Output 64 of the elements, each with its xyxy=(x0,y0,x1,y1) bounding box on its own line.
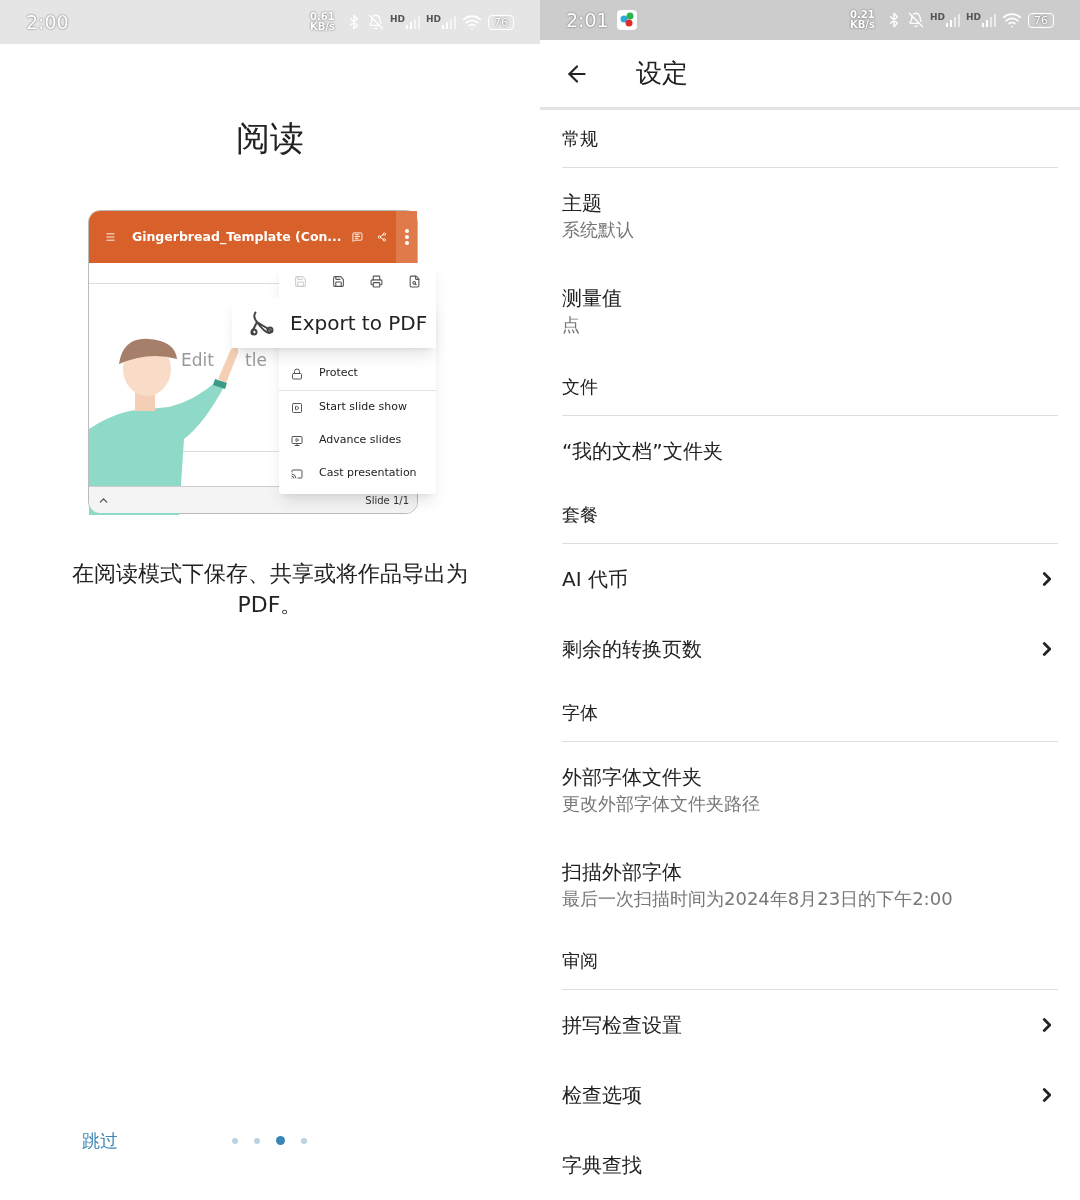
item-subtitle: 点 xyxy=(562,312,581,337)
hd-label: HD xyxy=(389,15,405,24)
save-icon xyxy=(293,274,307,288)
slide-title: tle xyxy=(245,349,267,372)
section-header: 文件 xyxy=(562,358,1058,416)
item-title: “我的文档”文件夹 xyxy=(562,438,723,465)
settings-item[interactable]: 测量值 点 xyxy=(540,263,1080,358)
page-title: 阅读 xyxy=(235,117,305,160)
section-header: 常规 xyxy=(562,110,1058,168)
export-label: Export to PDF xyxy=(290,310,428,337)
slide-counter: Slide 1/1 xyxy=(365,493,409,508)
save-as-icon xyxy=(331,274,345,288)
settings-item[interactable]: AI 代币 xyxy=(540,544,1080,614)
settings-item[interactable]: “我的文档”文件夹 xyxy=(540,416,1080,486)
app-icon xyxy=(616,10,637,31)
slide-title: Edit xyxy=(181,349,214,372)
settings-item[interactable]: 剩余的转换页数 xyxy=(540,614,1080,684)
signal-icon xyxy=(946,13,960,28)
settings-item[interactable]: 检查选项 xyxy=(540,1060,1080,1130)
signal-icon xyxy=(406,15,420,29)
item-title: 扫描外部字体 xyxy=(562,858,683,886)
cast-icon xyxy=(291,467,303,480)
preview-icon xyxy=(408,274,422,288)
section-header: 套餐 xyxy=(562,486,1058,544)
muted-bell-icon xyxy=(907,12,924,29)
network-speed: 0.61 KB/s xyxy=(309,12,336,32)
item-title: AI 代币 xyxy=(562,566,628,593)
hd-label: HD xyxy=(929,13,945,23)
menu-item[interactable]: Cast presentation xyxy=(279,457,436,490)
menu-item[interactable]: Protect xyxy=(279,357,436,390)
settings-item[interactable]: 字典查找 xyxy=(540,1130,1080,1200)
section-header: 审阅 xyxy=(562,932,1058,990)
muted-bell-icon xyxy=(367,14,384,30)
settings-item[interactable]: 拼写检查设置 xyxy=(540,990,1080,1060)
item-subtitle: 更改外部字体文件夹路径 xyxy=(562,791,760,816)
item-subtitle: 最后一次扫描时间为2024年8月23日的下午2:00 xyxy=(562,886,953,911)
more-icon xyxy=(404,229,409,245)
description: 在阅读模式下保存、共享或将作品导出为PDF。 xyxy=(71,560,469,619)
settings-item[interactable]: 扫描外部字体 最后一次扫描时间为2024年8月23日的下午2:00 xyxy=(540,837,1080,932)
wifi-icon xyxy=(462,12,482,32)
item-title: 检查选项 xyxy=(562,1082,642,1109)
settings-item[interactable]: 外部字体文件夹 更改外部字体文件夹路径 xyxy=(540,742,1080,837)
signal-icon xyxy=(442,15,456,29)
hd-label: HD xyxy=(426,15,441,24)
signal-icon xyxy=(982,13,996,28)
item-title: 外部字体文件夹 xyxy=(562,763,703,791)
item-title: 剩余的转换页数 xyxy=(562,636,702,663)
settings-item[interactable]: 主题 系统默认 xyxy=(540,168,1080,263)
item-title: 拼写检查设置 xyxy=(562,1012,682,1039)
item-subtitle: 系统默认 xyxy=(562,217,634,242)
hd-label: HD xyxy=(966,13,981,23)
menu-item[interactable]: Start slide show xyxy=(279,391,436,424)
document-title: Gingerbread_Template (Con... xyxy=(131,227,342,247)
header-title: 设定 xyxy=(636,57,688,91)
play-timer-icon xyxy=(291,434,303,447)
print-icon xyxy=(370,274,384,288)
item-title: 测量值 xyxy=(562,284,622,312)
menu-item[interactable]: Advance slides xyxy=(279,424,436,457)
item-title: 主题 xyxy=(562,189,603,217)
lock-icon xyxy=(291,367,303,380)
skip-button[interactable]: 跳过 xyxy=(82,1127,118,1154)
section-header: 字体 xyxy=(562,684,1058,742)
play-icon xyxy=(291,401,303,414)
item-title: 字典查找 xyxy=(562,1152,642,1179)
